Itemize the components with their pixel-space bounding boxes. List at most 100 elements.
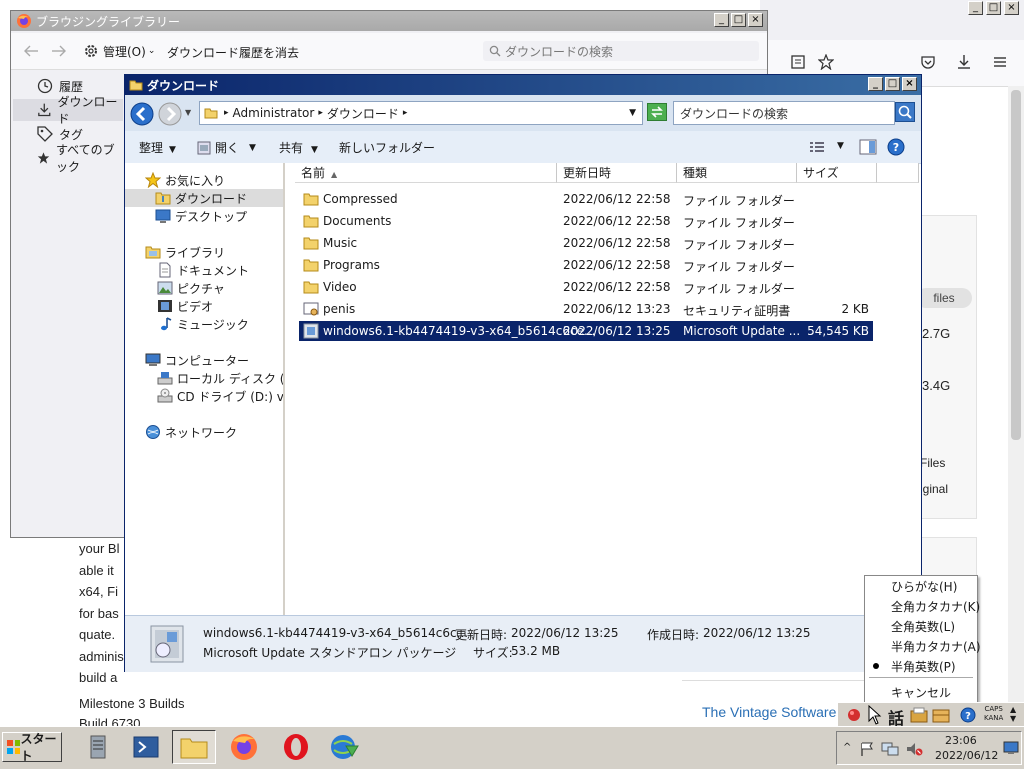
pocket-icon[interactable] [920, 54, 936, 70]
chevron-down-icon[interactable]: ▼ [837, 141, 844, 151]
nav-item-desktop[interactable]: デスクトップ [155, 207, 247, 225]
download-search-input[interactable]: ダウンロードの検索 [483, 41, 759, 61]
minimize-button[interactable]: _ [714, 13, 729, 27]
ime-menu-item[interactable]: 半角英数(P) [891, 658, 956, 675]
close-button[interactable]: × [1004, 1, 1019, 15]
ime-pad-icon[interactable] [910, 707, 928, 723]
show-hidden-icons-chevron-icon[interactable]: ^ [843, 742, 851, 753]
clock-date[interactable]: 2022/06/12 [935, 749, 998, 762]
taskbar-server-manager[interactable] [76, 730, 120, 764]
new-folder-button[interactable]: 新しいフォルダー [339, 139, 435, 156]
address-bar[interactable]: ▸ Administrator ▸ ダウンロード ▸ ▼ [199, 101, 643, 125]
sidebar-item-all-bookmarks[interactable]: すべてのブック [13, 143, 123, 174]
ime-menu-item[interactable]: キャンセル [891, 684, 951, 701]
forward-arrow-icon[interactable] [51, 44, 67, 58]
column-header-name[interactable]: 名前 ▲ [295, 163, 557, 183]
manage-menu-button[interactable]: 管理(O) ⌄ [83, 41, 155, 61]
help-icon[interactable]: ? [960, 707, 976, 723]
organize-menu[interactable]: 整理 ▼ [139, 139, 176, 156]
nav-item-libraries[interactable]: ライブラリ [145, 243, 225, 261]
search-icon[interactable] [895, 102, 915, 122]
breadcrumb-item[interactable]: Administrator [233, 106, 315, 120]
show-desktop-icon[interactable] [1003, 741, 1019, 755]
maximize-button[interactable]: □ [986, 1, 1001, 15]
taskbar-explorer-active[interactable] [172, 730, 216, 764]
sidebar-item-downloads[interactable]: ダウンロード [13, 95, 123, 126]
explorer-titlebar[interactable]: ダウンロード _ □ × [125, 75, 921, 95]
clock-icon [37, 78, 53, 94]
ime-indicator-icon[interactable] [846, 707, 862, 723]
column-header-size[interactable]: サイズ [797, 163, 877, 183]
file-row[interactable]: Compressed 2022/06/12 22:58 ファイル フォルダー [299, 189, 873, 209]
chevron-right-icon[interactable]: ▸ [224, 108, 229, 118]
nav-item-network[interactable]: ネットワーク [145, 423, 237, 441]
reader-view-icon[interactable] [790, 54, 806, 70]
chevron-right-icon[interactable]: ▸ [318, 108, 323, 118]
start-button[interactable]: スタート [2, 732, 62, 763]
folder-search-input[interactable]: ダウンロードの検索 [673, 101, 895, 125]
file-row[interactable]: Video 2022/06/12 22:58 ファイル フォルダー [299, 277, 873, 297]
library-titlebar[interactable]: ブラウジングライブラリー _ □ × [11, 11, 767, 31]
file-row[interactable]: penis 2022/06/12 13:23 セキュリティ証明書 2 KB [299, 299, 873, 319]
nav-item-music[interactable]: ミュージック [157, 315, 249, 333]
bookmark-star-icon[interactable] [818, 54, 834, 70]
nav-item-documents[interactable]: ドキュメント [157, 261, 249, 279]
address-dropdown-icon[interactable]: ▼ [629, 108, 636, 118]
forward-button-icon[interactable] [158, 102, 182, 126]
preview-pane-icon[interactable] [859, 139, 877, 155]
chevron-right-icon[interactable]: ▸ [403, 108, 408, 118]
files-pill[interactable]: files [916, 288, 972, 308]
action-center-flag-icon[interactable] [859, 741, 875, 757]
ime-menu-item[interactable]: 全角英数(L) [891, 618, 955, 635]
taskbar-opera[interactable] [274, 730, 318, 764]
taskbar-powershell[interactable] [124, 730, 168, 764]
back-arrow-icon[interactable] [23, 44, 39, 58]
clock-time[interactable]: 23:06 [945, 734, 977, 747]
nav-item-pictures[interactable]: ピクチャ [157, 279, 225, 297]
maximize-button[interactable]: □ [731, 13, 746, 27]
file-row[interactable]: Programs 2022/06/12 22:58 ファイル フォルダー [299, 255, 873, 275]
network-status-icon[interactable] [881, 741, 899, 757]
help-icon[interactable]: ? [887, 138, 905, 156]
vintage-software-link[interactable]: The Vintage Software [702, 704, 836, 720]
column-header-date[interactable]: 更新日時 [557, 163, 677, 183]
nav-item-local-disk[interactable]: ローカル ディスク (C:) [157, 369, 283, 387]
detail-size-label: サイズ: [473, 646, 513, 660]
nav-item-favorites[interactable]: お気に入り [145, 171, 225, 189]
file-row[interactable]: Documents 2022/06/12 22:58 ファイル フォルダー [299, 211, 873, 231]
page-scrollbar[interactable] [1008, 86, 1024, 726]
history-dropdown-icon[interactable]: ▼ [185, 108, 191, 117]
file-row[interactable]: windows6.1-kb4474419-v3-x64_b5614c6ce...… [298, 320, 874, 342]
share-menu[interactable]: 共有 ▼ [279, 139, 318, 156]
hamburger-menu-icon[interactable] [992, 54, 1008, 70]
breadcrumb-item[interactable]: ダウンロード [327, 105, 399, 122]
view-options-icon[interactable] [809, 140, 825, 154]
nav-item-computer[interactable]: コンピューター [145, 351, 249, 369]
ime-menu-item[interactable]: ひらがな(H) [891, 578, 957, 595]
ime-menu-item[interactable]: 半角カタカナ(A) [891, 638, 981, 655]
clear-download-history-button[interactable]: ダウンロード履歴を消去 [167, 44, 299, 61]
mouse-cursor-icon [868, 705, 882, 725]
nav-item-videos[interactable]: ビデオ [157, 297, 213, 315]
nav-item-cd-drive[interactable]: CD ドライブ (D:) virtio [157, 387, 283, 405]
taskbar-internet-download-manager[interactable] [322, 730, 366, 764]
minimize-button[interactable]: _ [868, 77, 883, 91]
downloads-folder-icon [155, 192, 171, 205]
taskbar-firefox[interactable] [222, 730, 266, 764]
maximize-button[interactable]: □ [885, 77, 900, 91]
open-menu[interactable]: 開く ▼ [197, 139, 256, 156]
volume-muted-icon[interactable] [905, 741, 923, 757]
ime-menu-item[interactable]: 全角カタカナ(K) [891, 598, 980, 615]
language-bar-options-icon[interactable]: ▲ ▼ [1010, 705, 1016, 723]
close-button[interactable]: × [902, 77, 917, 91]
scrollbar-thumb[interactable] [1011, 90, 1021, 440]
close-button[interactable]: × [748, 13, 763, 27]
downloads-icon[interactable] [956, 54, 972, 70]
minimize-button[interactable]: _ [968, 1, 983, 15]
file-row[interactable]: Music 2022/06/12 22:58 ファイル フォルダー [299, 233, 873, 253]
back-button-icon[interactable] [130, 102, 154, 126]
refresh-icon[interactable] [647, 103, 667, 121]
nav-item-downloads[interactable]: ダウンロード [125, 189, 283, 207]
ime-tools-icon[interactable] [932, 707, 950, 723]
column-header-type[interactable]: 種類 [677, 163, 797, 183]
